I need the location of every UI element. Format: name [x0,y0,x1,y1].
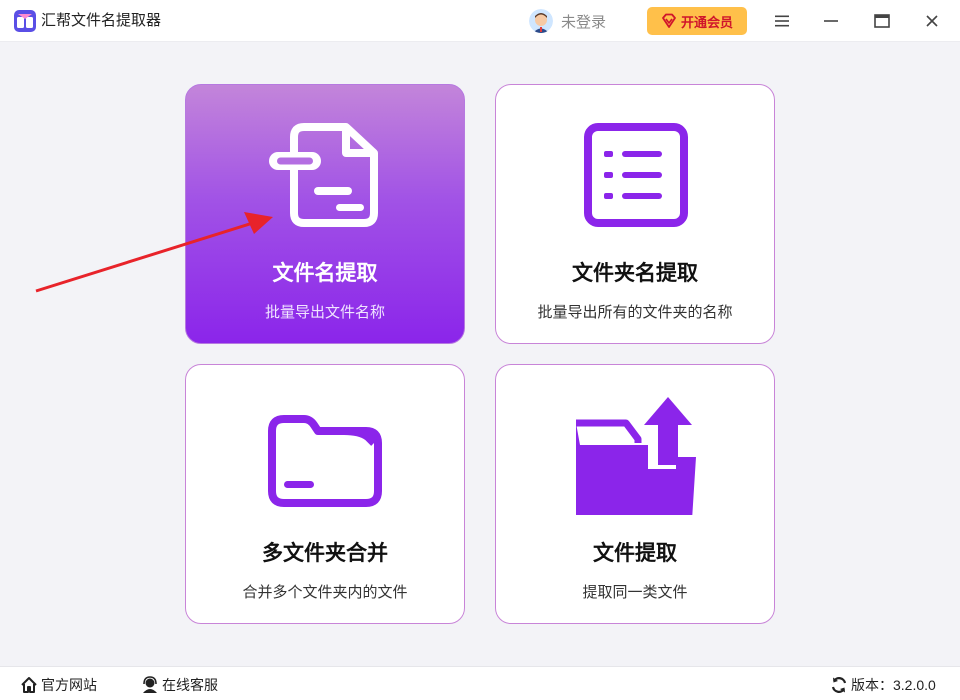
minimize-button[interactable] [816,7,846,35]
card-folder-name-extract[interactable]: 文件夹名提取 批量导出所有的文件夹的名称 [495,84,775,344]
folder-icon [268,415,382,507]
vip-button[interactable]: 开通会员 [647,7,747,35]
card-title: 文件夹名提取 [572,262,698,285]
document-icon [269,123,378,227]
vip-diamond-icon [662,13,676,28]
card-subtitle: 批量导出所有的文件夹的名称 [537,304,733,321]
card-title: 文件提取 [593,542,677,565]
card-title: 文件名提取 [272,262,378,285]
card-file-extract[interactable]: 文件提取 提取同一类文件 [495,364,775,624]
maximize-button[interactable] [867,7,897,35]
list-icon [584,123,688,227]
close-button[interactable] [917,7,947,35]
card-title: 多文件夹合并 [262,542,388,565]
avatar-icon [529,9,553,33]
user-login[interactable]: 未登录 [529,8,606,34]
title-bar: 汇帮文件名提取器 未登录 开通会员 [0,0,960,42]
vip-label: 开通会员 [680,14,733,30]
app-title: 汇帮文件名提取器 [41,12,162,29]
app-logo-icon [14,10,36,32]
user-status-label: 未登录 [561,13,607,31]
close-icon [926,15,938,27]
card-multi-folder-merge[interactable]: 多文件夹合并 合并多个文件夹内的文件 [185,364,465,624]
card-subtitle: 提取同一类文件 [582,584,688,601]
folder-export-icon [576,397,696,515]
status-bar: 官方网站 在线客服 版本：3.2.0.0 [0,666,960,700]
card-file-name-extract[interactable]: 文件名提取 批量导出文件名称 [185,84,465,344]
online-support-link[interactable]: 在线客服 [141,675,218,695]
card-subtitle: 合并多个文件夹内的文件 [242,584,408,601]
version-info[interactable]: 版本：3.2.0.0 [830,675,936,695]
official-website-link[interactable]: 官方网站 [20,675,97,695]
version-label: 版本：3.2.0.0 [851,677,936,693]
hamburger-menu-icon [775,15,789,27]
official-website-label: 官方网站 [41,677,97,693]
online-support-label: 在线客服 [162,677,218,693]
minimize-icon [824,20,838,22]
card-subtitle: 批量导出文件名称 [264,304,385,321]
menu-button[interactable] [767,7,797,35]
home-icon [21,677,37,693]
refresh-icon [831,677,847,693]
headset-icon [143,676,157,693]
maximize-icon [874,14,890,28]
